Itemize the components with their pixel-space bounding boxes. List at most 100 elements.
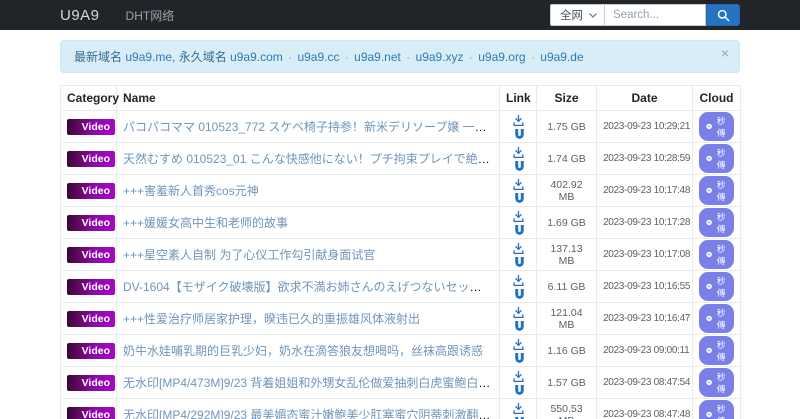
cloud-instant-button[interactable]: 秒傳	[699, 144, 734, 173]
table-row: Video 无水印[MP4/292M]9/23 最美媚态蜜汁嫩鲍美少肛塞蜜穴阴蒂…	[60, 398, 741, 419]
cloud-button-label: 秒傳	[716, 275, 726, 298]
category-badge-video[interactable]: Video	[67, 246, 115, 263]
close-icon[interactable]: ×	[721, 46, 729, 60]
header-category: Category	[60, 85, 119, 111]
category-badge-video[interactable]: Video	[67, 374, 115, 391]
download-icon[interactable]	[512, 114, 525, 127]
magnet-icon[interactable]	[513, 256, 526, 269]
cloud-button-label: 秒傳	[716, 307, 726, 330]
size-cell: 402.92 MB	[536, 174, 597, 207]
permanent-domain-link[interactable]: u9a9.com	[230, 50, 283, 64]
permanent-domain-link[interactable]: u9a9.net	[354, 50, 401, 64]
navbar: U9A9 DHT网络 全网	[0, 0, 800, 30]
download-icon[interactable]	[512, 338, 525, 351]
play-icon	[706, 123, 712, 130]
download-icon[interactable]	[512, 370, 525, 383]
table-row: Video パコパコママ 010523_772 スケベ椅子持参！新米デリソープ嬢…	[60, 110, 741, 143]
permanent-domain-link[interactable]: u9a9.xyz	[416, 50, 464, 64]
table-row: Video DV-1604【モザイク破壊版】欲求不満お姉さんのえげつないセックス…	[60, 270, 741, 303]
table-row: Video 无水印[MP4/473M]9/23 背着姐姐和外甥女乱伦做爱抽刺白虎…	[60, 366, 741, 399]
torrent-title-link[interactable]: +++性爱治疗师居家护理，暌违已久的重振雄风体液射出	[123, 312, 420, 326]
magnet-icon[interactable]	[513, 224, 526, 237]
torrent-title-link[interactable]: パコパコママ 010523_772 スケベ椅子持参！新米デリソープ嬢 一条まや	[123, 120, 499, 134]
latest-domain-link[interactable]: u9a9.me	[125, 50, 172, 64]
magnet-icon[interactable]	[513, 192, 526, 205]
date-cell: 2023-09-23 08:47:48	[596, 398, 693, 419]
search-button[interactable]	[706, 4, 740, 26]
permanent-domain-link[interactable]: u9a9.org	[478, 50, 525, 64]
permanent-domain-link[interactable]: u9a9.cc	[297, 50, 339, 64]
date-cell: 2023-09-23 10:17:48	[596, 174, 693, 207]
brand-link[interactable]: U9A9	[60, 7, 100, 24]
torrent-title-link[interactable]: 奶牛水娃哺乳期的巨乳少妇，奶水在滴答狼友想喝吗，丝袜高跟诱惑	[123, 344, 483, 358]
search-icon	[717, 9, 729, 21]
date-cell: 2023-09-23 10:28:59	[596, 142, 693, 175]
category-badge-video[interactable]: Video	[67, 182, 115, 199]
table-row: Video +++星空素人自制 为了心仪工作勾引献身面试官 137.13 MB …	[60, 238, 741, 271]
cloud-instant-button[interactable]: 秒傳	[699, 112, 734, 141]
size-cell: 6.11 GB	[536, 270, 597, 303]
category-badge-video[interactable]: Video	[67, 214, 115, 231]
date-cell: 2023-09-23 10:17:28	[596, 206, 693, 239]
date-cell: 2023-09-23 09:00:11	[596, 334, 693, 367]
nav-item-dht[interactable]: DHT网络	[126, 7, 175, 24]
table-row: Video +++害羞新人首秀cos元神 402.92 MB 2023-09-2…	[60, 174, 741, 207]
search-input[interactable]	[604, 4, 706, 26]
torrent-title-link[interactable]: 无水印[MP4/473M]9/23 背着姐姐和外甥女乱伦做爱抽刺白虎蜜鲍白带都干…	[123, 376, 499, 390]
header-link: Link	[499, 85, 537, 111]
magnet-icon[interactable]	[513, 160, 526, 173]
cloud-instant-button[interactable]: 秒傳	[699, 336, 734, 365]
table-row: Video 奶牛水娃哺乳期的巨乳少妇，奶水在滴答狼友想喝吗，丝袜高跟诱惑 1.1…	[60, 334, 741, 367]
torrent-title-link[interactable]: +++星空素人自制 为了心仪工作勾引献身面试官	[123, 248, 375, 262]
play-icon	[706, 283, 712, 290]
cloud-instant-button[interactable]: 秒傳	[699, 272, 734, 301]
category-badge-video[interactable]: Video	[67, 310, 115, 327]
size-cell: 1.75 GB	[536, 110, 597, 143]
torrent-title-link[interactable]: 天然むすめ 010523_01 こんな快感他にない！プチ拘束プレイで絶頂イキ 高…	[123, 152, 499, 166]
cloud-instant-button[interactable]: 秒傳	[699, 208, 734, 237]
cloud-instant-button[interactable]: 秒傳	[699, 368, 734, 397]
size-cell: 121.04 MB	[536, 302, 597, 335]
cloud-instant-button[interactable]: 秒傳	[699, 240, 734, 269]
category-badge-video[interactable]: Video	[67, 342, 115, 359]
download-icon[interactable]	[512, 306, 525, 319]
download-icon[interactable]	[512, 146, 525, 159]
domain-separator: ·	[341, 50, 353, 64]
magnet-icon[interactable]	[513, 128, 526, 141]
cloud-button-label: 秒傳	[716, 339, 726, 362]
permanent-domain-link[interactable]: u9a9.de	[540, 50, 583, 64]
category-badge-video[interactable]: Video	[67, 150, 115, 167]
search-scope-select[interactable]: 全网	[550, 4, 604, 26]
play-icon	[706, 187, 712, 194]
magnet-icon[interactable]	[513, 384, 526, 397]
download-icon[interactable]	[512, 210, 525, 223]
category-badge-video[interactable]: Video	[67, 406, 115, 419]
page: U9A9 DHT网络 全网 最新域名 u9a9.me, 永久域名 u9a9.co…	[0, 0, 800, 419]
magnet-icon[interactable]	[513, 288, 526, 301]
magnet-icon[interactable]	[513, 320, 526, 333]
size-cell: 1.57 GB	[536, 366, 597, 399]
category-badge-video[interactable]: Video	[67, 118, 115, 135]
cloud-button-label: 秒傳	[716, 403, 726, 419]
cloud-button-label: 秒傳	[716, 179, 726, 202]
magnet-icon[interactable]	[513, 352, 526, 365]
header-size: Size	[536, 85, 597, 111]
torrent-title-link[interactable]: +++害羞新人首秀cos元神	[123, 184, 259, 198]
notice-mid: , 永久域名	[172, 50, 231, 64]
cloud-instant-button[interactable]: 秒傳	[699, 304, 734, 333]
table-header-row: Category Name Link Size Date Cloud	[60, 85, 741, 111]
search-scope-value: 全网	[560, 10, 583, 22]
download-icon[interactable]	[512, 242, 525, 255]
cloud-button-label: 秒傳	[716, 243, 726, 266]
torrent-title-link[interactable]: DV-1604【モザイク破壊版】欲求不満お姉さんのえげつないセックス 辰巳ゆい	[123, 280, 499, 294]
download-icon[interactable]	[512, 178, 525, 191]
cloud-instant-button[interactable]: 秒傳	[699, 176, 734, 205]
date-cell: 2023-09-23 10:17:08	[596, 238, 693, 271]
cloud-instant-button[interactable]: 秒傳	[699, 400, 734, 419]
download-icon[interactable]	[512, 274, 525, 287]
category-badge-video[interactable]: Video	[67, 278, 115, 295]
download-icon[interactable]	[512, 402, 525, 415]
torrent-title-link[interactable]: +++媛媛女高中生和老师的故事	[123, 216, 288, 230]
domain-notice: 最新域名 u9a9.me, 永久域名 u9a9.com · u9a9.cc · …	[60, 40, 740, 73]
torrent-title-link[interactable]: 无水印[MP4/292M]9/23 最美媚态蜜汁嫩鲍美少肛塞蜜穴阴蒂刺激翻白眼炮…	[123, 408, 499, 419]
